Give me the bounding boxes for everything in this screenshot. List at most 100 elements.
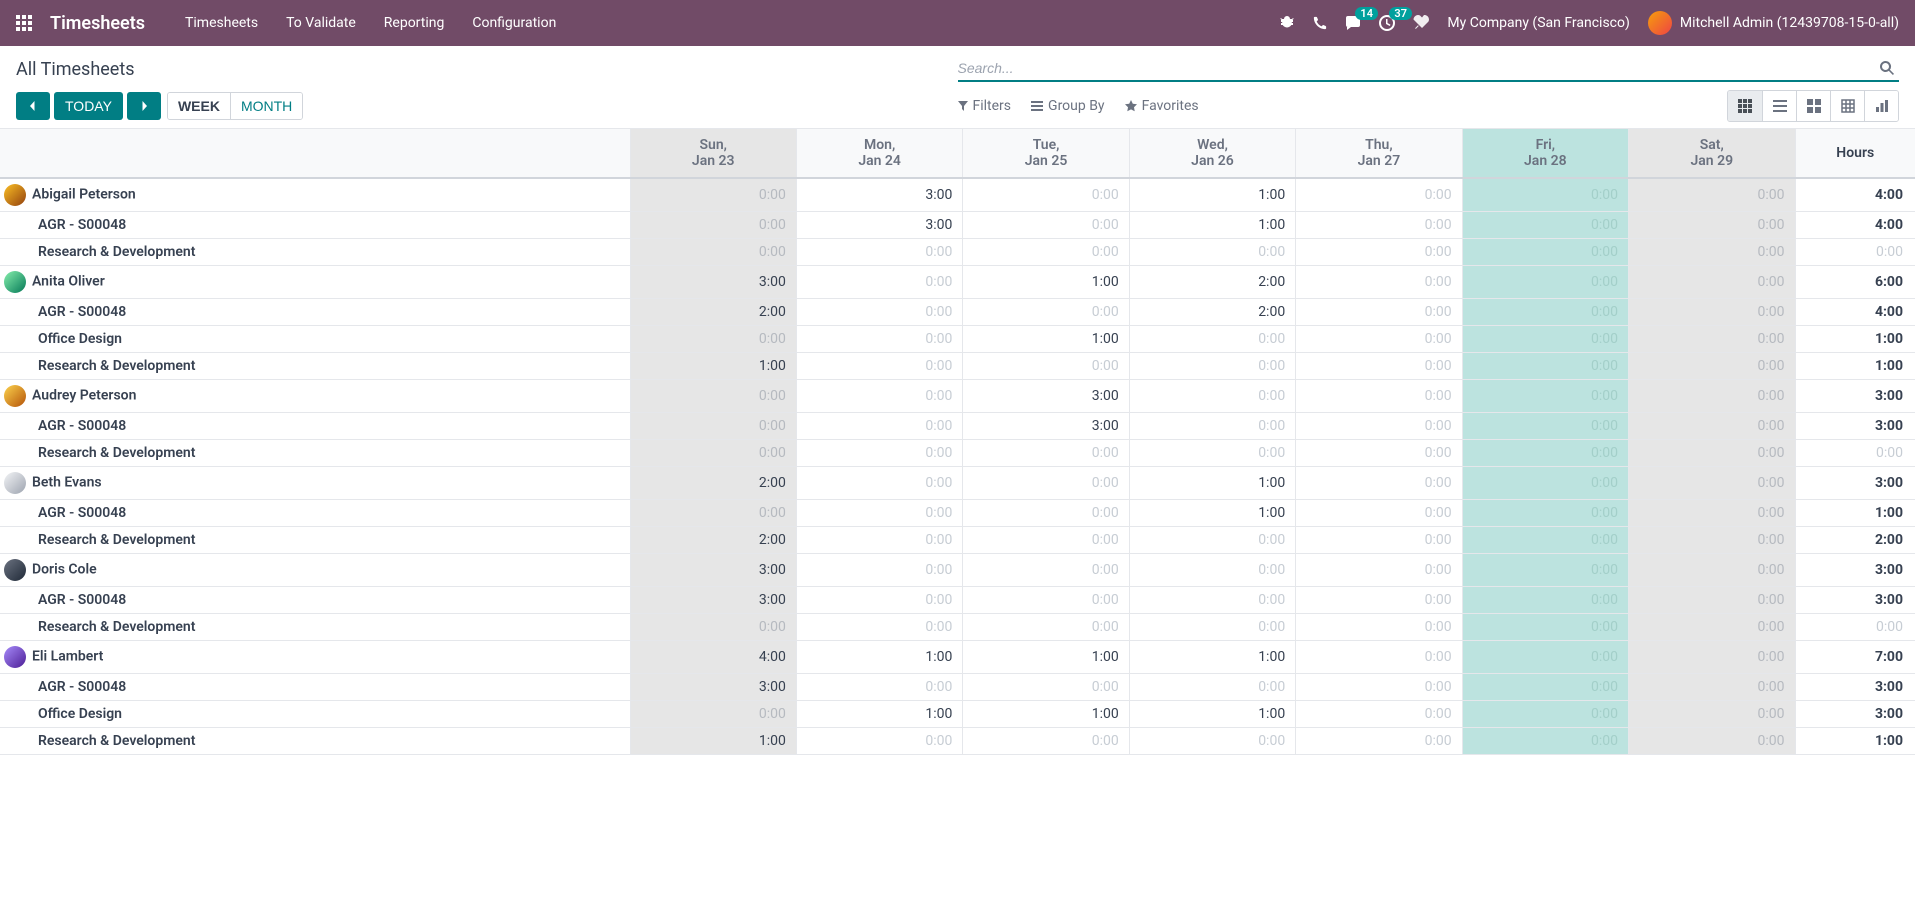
row-label[interactable]: AGR - S00048 [0, 500, 630, 527]
time-cell[interactable]: 0:00 [1129, 380, 1295, 413]
time-cell[interactable]: 0:00 [630, 212, 796, 239]
time-cell[interactable]: 0:00 [1296, 554, 1462, 587]
time-cell[interactable]: 0:00 [1462, 299, 1628, 326]
row-label[interactable]: Research & Development [0, 728, 630, 755]
time-cell[interactable]: 0:00 [1129, 413, 1295, 440]
time-cell[interactable]: 0:00 [963, 467, 1129, 500]
time-cell[interactable]: 2:00 [1129, 266, 1295, 299]
time-cell[interactable]: 1:00 [1129, 500, 1295, 527]
time-cell[interactable]: 1:00 [796, 701, 962, 728]
time-cell[interactable]: 0:00 [1296, 353, 1462, 380]
time-cell[interactable]: 3:00 [630, 266, 796, 299]
view-grid-button[interactable] [1728, 91, 1762, 121]
time-cell[interactable]: 0:00 [1629, 554, 1795, 587]
next-button[interactable] [127, 92, 161, 120]
nav-menu-to-validate[interactable]: To Validate [286, 15, 356, 31]
messages-icon[interactable]: 14 [1345, 15, 1361, 31]
row-label[interactable]: Audrey Peterson [0, 380, 630, 413]
time-cell[interactable]: 0:00 [1296, 212, 1462, 239]
time-cell[interactable]: 1:00 [963, 326, 1129, 353]
row-label[interactable]: Doris Cole [0, 554, 630, 587]
time-cell[interactable]: 0:00 [1629, 178, 1795, 212]
row-label[interactable]: Anita Oliver [0, 266, 630, 299]
time-cell[interactable]: 0:00 [1129, 440, 1295, 467]
time-cell[interactable]: 0:00 [796, 500, 962, 527]
time-cell[interactable]: 0:00 [963, 500, 1129, 527]
scale-week-button[interactable]: WEEK [168, 93, 230, 119]
time-cell[interactable]: 0:00 [796, 353, 962, 380]
time-cell[interactable]: 0:00 [1462, 614, 1628, 641]
favorites-button[interactable]: Favorites [1125, 90, 1199, 122]
time-cell[interactable]: 0:00 [796, 440, 962, 467]
time-cell[interactable]: 0:00 [1462, 467, 1628, 500]
time-cell[interactable]: 0:00 [1296, 641, 1462, 674]
time-cell[interactable]: 0:00 [1462, 641, 1628, 674]
nav-menu-reporting[interactable]: Reporting [384, 15, 445, 31]
time-cell[interactable]: 0:00 [796, 728, 962, 755]
time-cell[interactable]: 3:00 [630, 587, 796, 614]
time-cell[interactable]: 0:00 [1296, 178, 1462, 212]
time-cell[interactable]: 0:00 [1629, 299, 1795, 326]
time-cell[interactable]: 0:00 [1296, 266, 1462, 299]
time-cell[interactable]: 0:00 [963, 440, 1129, 467]
time-cell[interactable]: 0:00 [1462, 440, 1628, 467]
time-cell[interactable]: 0:00 [1129, 728, 1295, 755]
time-cell[interactable]: 0:00 [963, 728, 1129, 755]
time-cell[interactable]: 0:00 [1629, 467, 1795, 500]
time-cell[interactable]: 0:00 [1629, 674, 1795, 701]
time-cell[interactable]: 0:00 [963, 299, 1129, 326]
row-label[interactable]: Research & Development [0, 440, 630, 467]
time-cell[interactable]: 0:00 [1462, 554, 1628, 587]
time-cell[interactable]: 0:00 [796, 326, 962, 353]
time-cell[interactable]: 0:00 [796, 674, 962, 701]
time-cell[interactable]: 0:00 [963, 674, 1129, 701]
time-cell[interactable]: 3:00 [796, 212, 962, 239]
row-label[interactable]: Office Design [0, 701, 630, 728]
time-cell[interactable]: 0:00 [1129, 527, 1295, 554]
time-cell[interactable]: 0:00 [1629, 239, 1795, 266]
time-cell[interactable]: 0:00 [1296, 380, 1462, 413]
time-cell[interactable]: 0:00 [630, 239, 796, 266]
time-cell[interactable]: 1:00 [1129, 467, 1295, 500]
time-cell[interactable]: 1:00 [963, 266, 1129, 299]
time-cell[interactable]: 0:00 [796, 614, 962, 641]
time-cell[interactable]: 0:00 [796, 587, 962, 614]
row-label[interactable]: Abigail Peterson [0, 178, 630, 212]
time-cell[interactable]: 0:00 [1629, 266, 1795, 299]
view-pivot-button[interactable] [1830, 91, 1864, 121]
time-cell[interactable]: 0:00 [1296, 500, 1462, 527]
row-label[interactable]: Office Design [0, 326, 630, 353]
prev-button[interactable] [16, 92, 50, 120]
time-cell[interactable]: 1:00 [963, 641, 1129, 674]
user-menu[interactable]: Mitchell Admin (12439708-15-0-all) [1648, 11, 1899, 35]
nav-menu-timesheets[interactable]: Timesheets [185, 15, 258, 31]
debug-icon[interactable] [1279, 15, 1295, 31]
time-cell[interactable]: 0:00 [1629, 413, 1795, 440]
time-cell[interactable]: 4:00 [630, 641, 796, 674]
time-cell[interactable]: 0:00 [630, 614, 796, 641]
time-cell[interactable]: 3:00 [630, 554, 796, 587]
time-cell[interactable]: 0:00 [963, 554, 1129, 587]
time-cell[interactable]: 3:00 [796, 178, 962, 212]
time-cell[interactable]: 0:00 [1462, 266, 1628, 299]
time-cell[interactable]: 0:00 [1129, 353, 1295, 380]
time-cell[interactable]: 0:00 [1462, 326, 1628, 353]
time-cell[interactable]: 0:00 [963, 239, 1129, 266]
time-cell[interactable]: 1:00 [630, 728, 796, 755]
row-label[interactable]: Research & Development [0, 353, 630, 380]
time-cell[interactable]: 2:00 [1129, 299, 1295, 326]
time-cell[interactable]: 2:00 [630, 299, 796, 326]
time-cell[interactable]: 0:00 [796, 380, 962, 413]
time-cell[interactable]: 0:00 [1129, 614, 1295, 641]
time-cell[interactable]: 0:00 [1296, 326, 1462, 353]
time-cell[interactable]: 2:00 [630, 467, 796, 500]
time-cell[interactable]: 0:00 [630, 440, 796, 467]
timesheet-grid[interactable]: Sun,Jan 23Mon,Jan 24Tue,Jan 25Wed,Jan 26… [0, 128, 1915, 897]
time-cell[interactable]: 0:00 [630, 178, 796, 212]
view-list-button[interactable] [1762, 91, 1796, 121]
time-cell[interactable]: 0:00 [1629, 641, 1795, 674]
tools-icon[interactable] [1413, 15, 1429, 31]
time-cell[interactable]: 0:00 [963, 353, 1129, 380]
time-cell[interactable]: 0:00 [1629, 701, 1795, 728]
row-label[interactable]: AGR - S00048 [0, 674, 630, 701]
